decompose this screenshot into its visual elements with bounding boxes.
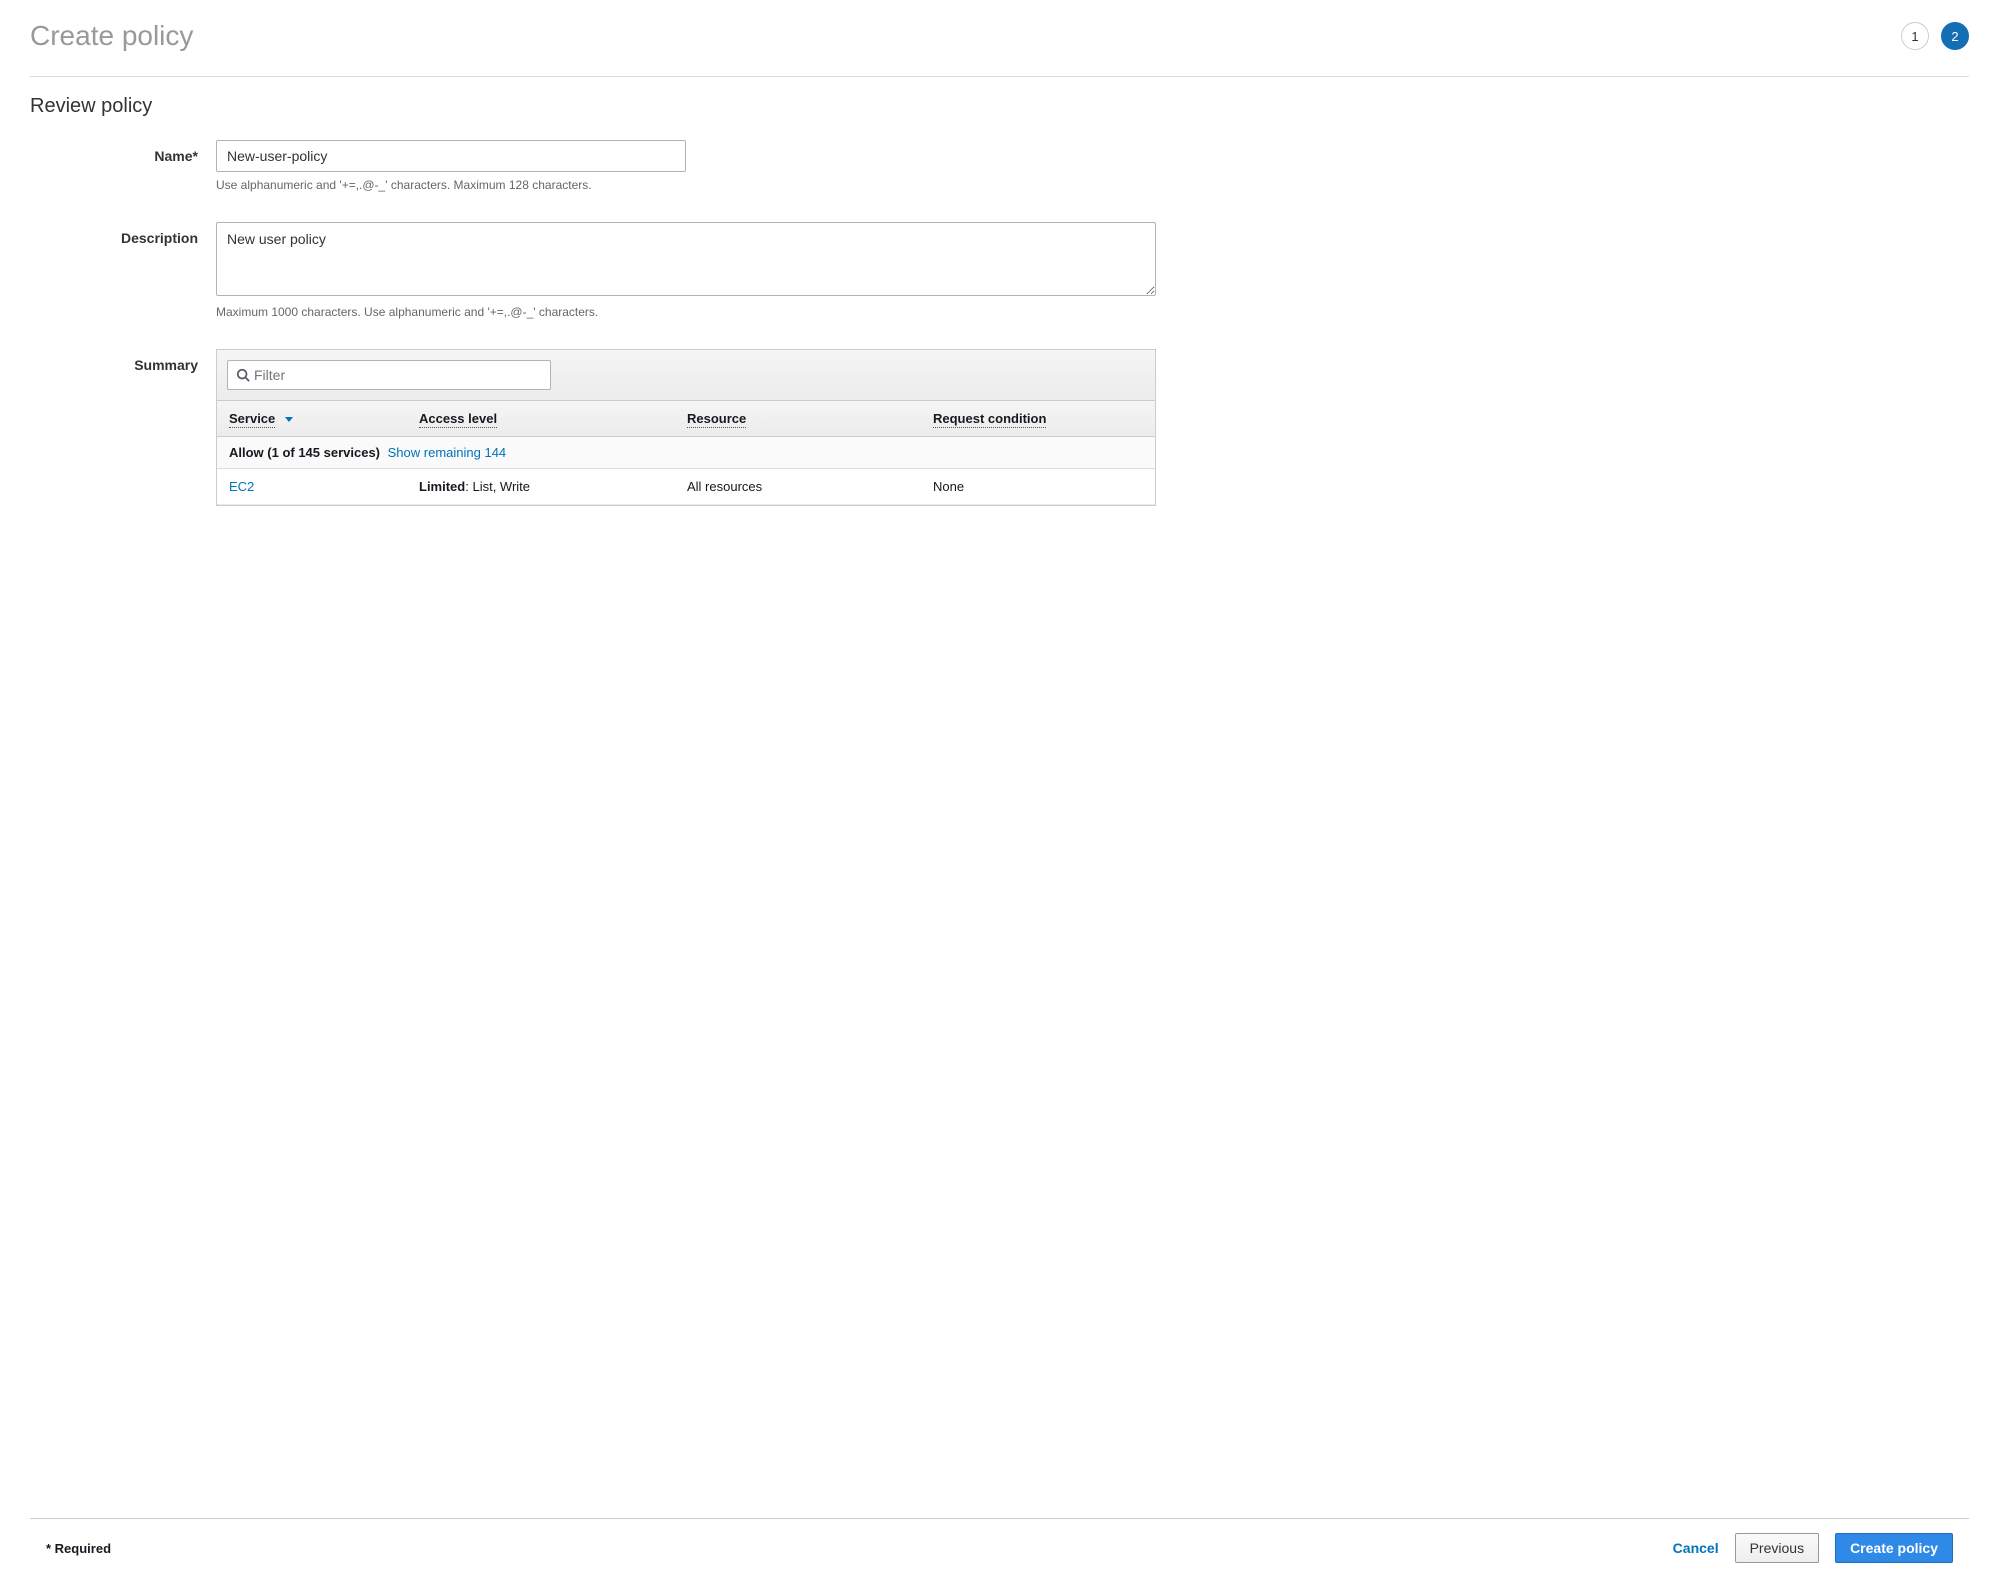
required-note: * Required (46, 1541, 111, 1556)
show-remaining-link[interactable]: Show remaining 144 (388, 445, 507, 460)
summary-label: Summary (30, 349, 216, 373)
footer-bar: * Required Cancel Previous Create policy (30, 1518, 1969, 1577)
name-hint: Use alphanumeric and '+=,.@-_' character… (216, 178, 1969, 192)
cell-request: None (921, 469, 1155, 504)
search-icon (236, 368, 250, 382)
cell-resource: All resources (675, 469, 921, 504)
sort-caret-icon (285, 417, 293, 422)
step-1[interactable]: 1 (1901, 22, 1929, 50)
filter-input[interactable] (250, 365, 542, 385)
previous-button[interactable]: Previous (1735, 1533, 1819, 1563)
name-label: Name* (30, 140, 216, 164)
description-hint: Maximum 1000 characters. Use alphanumeri… (216, 305, 1969, 319)
description-label: Description (30, 222, 216, 246)
name-input[interactable] (216, 140, 686, 172)
group-title: Allow (1 of 145 services) (229, 445, 380, 460)
table-row: EC2 Limited: List, Write All resources N… (217, 469, 1155, 505)
section-title: Review policy (30, 95, 1969, 118)
filter-input-wrap[interactable] (227, 360, 551, 390)
description-input[interactable]: New user policy (216, 222, 1156, 296)
col-request-condition[interactable]: Request condition (921, 401, 1155, 436)
col-service[interactable]: Service (217, 401, 407, 436)
wizard-steps: 1 2 (1901, 22, 1969, 50)
service-link-ec2[interactable]: EC2 (229, 479, 254, 494)
col-access-level[interactable]: Access level (407, 401, 675, 436)
step-2[interactable]: 2 (1941, 22, 1969, 50)
cell-access: Limited: List, Write (407, 469, 675, 504)
cancel-button[interactable]: Cancel (1673, 1540, 1719, 1556)
col-resource[interactable]: Resource (675, 401, 921, 436)
summary-table: Service Access level Resource Request co… (216, 349, 1156, 506)
create-policy-button[interactable]: Create policy (1835, 1533, 1953, 1563)
group-row-allow: Allow (1 of 145 services) Show remaining… (217, 437, 1155, 469)
page-title: Create policy (30, 20, 193, 52)
